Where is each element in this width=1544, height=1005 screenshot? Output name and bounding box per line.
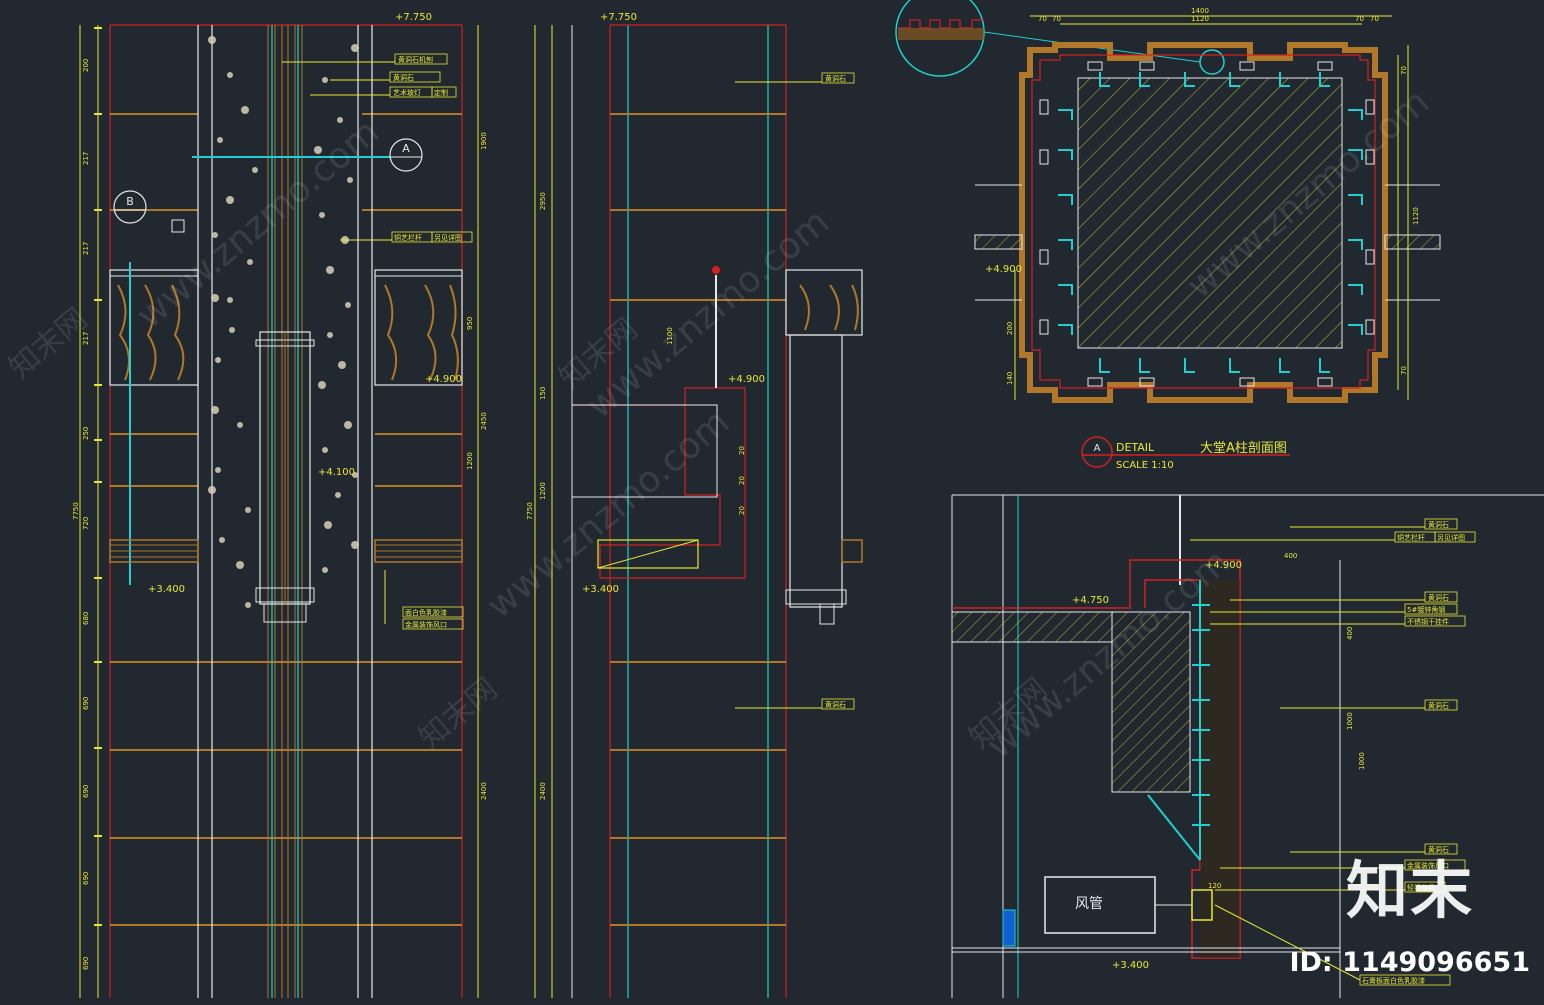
section-marker-b: B	[113, 190, 147, 224]
dim-text: 20	[738, 446, 746, 455]
dim-text: 70	[1400, 366, 1408, 375]
cad-drawing-canvas: 200 217 217 217 250 720 680 690 690 690 …	[0, 0, 1544, 1000]
brand-watermark: 知末	[1345, 854, 1474, 927]
dim-text: 70	[1400, 66, 1408, 75]
dim-text: 217	[82, 242, 90, 255]
plan-scale: SCALE 1:10	[1116, 460, 1174, 471]
annotation-label: 黄洞石	[1428, 520, 1449, 529]
dim-text: 150	[539, 387, 547, 400]
annotation-label: 黄洞石	[825, 700, 846, 709]
dim-text: 200	[82, 59, 90, 72]
dim-text: 200	[1006, 322, 1014, 335]
dim-text: 690	[82, 785, 90, 798]
dim-text: 690	[82, 957, 90, 970]
dim-text: 400	[1284, 552, 1297, 560]
dim-text: 400	[1346, 627, 1354, 640]
dim-text: 140	[1006, 372, 1014, 385]
annotation-label: 艺术玻灯	[393, 88, 421, 97]
elevation-tag: +7.750	[600, 12, 637, 23]
dim-text: 250	[82, 427, 90, 440]
dim-text: 720	[82, 517, 90, 530]
column-plan-section: 1400 1120 70 70 70 70 70 1120 70 200 140…	[895, 0, 1441, 471]
dim-text: 7750	[72, 502, 80, 520]
annotation-label: 黄洞石	[393, 73, 414, 82]
dim-text: 690	[82, 872, 90, 885]
asset-id-label: ID: 1149096651	[1289, 947, 1530, 978]
watermark-text: 知末网	[413, 671, 504, 756]
elevation-tag: +4.900	[728, 374, 765, 385]
annotation-label: 不锈钢干挂件	[1407, 617, 1449, 626]
dim-text: 1200	[539, 482, 547, 500]
dim-text: 1000	[1358, 752, 1366, 770]
dim-text: 2450	[480, 412, 488, 430]
marker-letter: B	[126, 195, 134, 208]
cad-svg: 200 217 217 217 250 720 680 690 690 690 …	[3, 0, 1544, 998]
dim-text: 120	[1208, 882, 1221, 890]
dim-text: 2400	[480, 782, 488, 800]
dim-text: 1120	[1191, 15, 1209, 23]
plan-title-tag: DETAIL	[1116, 441, 1155, 454]
left-elevation: 200 217 217 217 250 720 680 690 690 690 …	[72, 12, 488, 998]
annotation-label: 铜艺栏杆	[394, 233, 422, 242]
annotation-label: 金属装饰风口	[405, 620, 447, 629]
dim-text: 70	[1038, 15, 1047, 23]
dim-text: 950	[466, 317, 474, 330]
dim-text: 1120	[1412, 207, 1420, 225]
marker-letter: A	[1094, 443, 1101, 454]
elevation-tag: +3.400	[582, 584, 619, 595]
annotation-label: 黄洞石	[1428, 701, 1449, 710]
elevation-tag: +4.900	[425, 374, 462, 385]
dim-text: 70	[1052, 15, 1061, 23]
balustrade-right	[374, 269, 463, 563]
annotation-label: 定制	[434, 88, 448, 97]
annotation-label: 黄洞石机刨	[398, 55, 433, 64]
dim-text: 1400	[1191, 7, 1209, 15]
dim-text: 2400	[539, 782, 547, 800]
elevation-tag: +3.400	[1112, 960, 1149, 971]
annotation-label: 铜艺栏杆	[1397, 533, 1425, 542]
dim-text: 7750	[526, 502, 534, 520]
section-marker-a: A	[389, 138, 423, 172]
elevation-tag: +7.750	[395, 12, 432, 23]
marker-letter: A	[402, 142, 410, 155]
annotation-label: 另见详图	[434, 233, 462, 242]
plan-title: 大堂A柱剖面图	[1200, 441, 1287, 456]
annotation-label: 黄洞石	[825, 74, 846, 83]
duct-label: 风管	[1075, 896, 1103, 912]
dim-text: 1900	[480, 132, 488, 150]
middle-elevation: 2950 150 1200 7750 2400 +7.750 +4.900 +3…	[526, 12, 863, 998]
dim-text: 2950	[539, 192, 547, 210]
dim-text: 1000	[1346, 712, 1354, 730]
elevation-tag: +4.900	[985, 264, 1022, 275]
dim-text: 70	[1355, 15, 1364, 23]
dim-text: 70	[1370, 15, 1379, 23]
plan-title-block: A DETAIL 大堂A柱剖面图 SCALE 1:10	[1081, 436, 1290, 471]
annotation-label: 黄洞石	[1428, 593, 1449, 602]
annotation-label: 5#镀锌角钢	[1407, 605, 1445, 614]
dim-text: 690	[82, 697, 90, 710]
annotation-label: 面白色乳胶漆	[405, 608, 447, 617]
elevation-tag: +4.750	[1072, 595, 1109, 606]
dim-text: 20	[738, 476, 746, 485]
dim-text: 217	[82, 152, 90, 165]
elevation-tag: +4.100	[318, 467, 355, 478]
dim-text: 680	[82, 612, 90, 625]
elevation-tag: +3.400	[148, 584, 185, 595]
dim-text: 1200	[466, 452, 474, 470]
dim-text: 20	[738, 506, 746, 515]
annotation-label: 另见详图	[1437, 533, 1465, 542]
